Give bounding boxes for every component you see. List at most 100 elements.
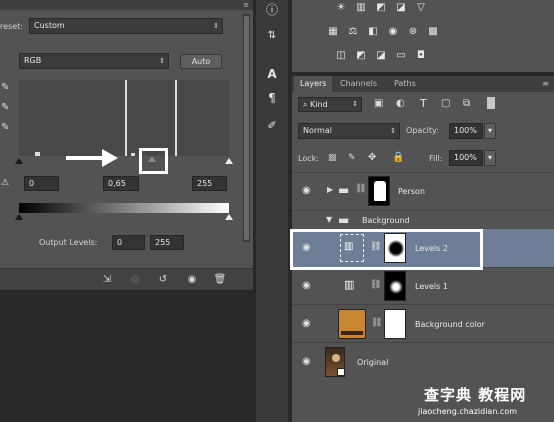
opacity-label: Opacity: [406,126,439,135]
gradient-map-icon[interactable]: ▭ [394,50,408,62]
folder-icon: ▬ [338,213,350,227]
trash-icon[interactable]: 🗑 [213,273,227,287]
vibrance-icon[interactable]: ▽ [414,2,428,14]
selective-color-icon[interactable]: ◘ [414,50,428,62]
collapse-arrow-icon[interactable]: ▼ [326,215,332,224]
opacity-field[interactable]: 100% [449,123,483,139]
site-watermark: 查字典 教程网 jiaocheng.chazidian.com [390,380,554,422]
levels-adjustment-icon: ▥ [344,278,355,291]
black-eyedropper-icon[interactable]: ✎ [1,82,9,93]
reset-icon[interactable]: ↺ [156,273,170,287]
hue-saturation-icon[interactable]: ▦ [326,26,340,38]
histogram-bar [131,153,135,156]
history-icon[interactable]: ⇅ [262,26,282,46]
filter-pixel-icon[interactable]: ▣ [374,98,383,109]
layer-name: Person [398,187,425,196]
threshold-icon[interactable]: ◪ [374,50,388,62]
layer-name: Background [362,216,410,225]
black-white-icon[interactable]: ◧ [366,26,380,38]
watermark-title: 查字典 教程网 [424,386,527,404]
invert-icon[interactable]: ◫ [334,50,348,62]
histogram-spike [175,80,177,156]
white-eyedropper-icon[interactable]: ✎ [1,122,9,133]
channel-value: RGB [24,56,42,65]
visibility-eye-icon[interactable]: ◉ [302,185,311,196]
output-gradient [19,203,229,213]
layer-row-original[interactable]: ◉ Original [292,342,554,382]
properties-panel: ≡ reset: Custom ⇕ RGB ⇕ Auto ✎ ✎ ✎ ⚠ 0 0… [0,0,253,290]
gray-eyedropper-icon[interactable]: ✎ [1,102,9,113]
levels-adjust-icon[interactable]: ▥ [354,2,368,14]
output-white-field[interactable]: 255 [150,235,184,250]
input-white-field[interactable]: 255 [192,176,227,191]
input-white-slider[interactable] [225,158,233,164]
visibility-eye-icon[interactable]: ◉ [302,356,311,367]
tab-layers[interactable]: Layers [294,76,333,92]
chevron-updown-icon: ⇕ [213,22,219,30]
output-black-slider[interactable] [15,214,23,220]
character-icon[interactable]: A [262,64,282,84]
layer-row-background-group[interactable]: ▼ ▬ Background [292,210,554,229]
color-lookup-icon[interactable]: ▩ [426,26,440,38]
expand-arrow-icon[interactable]: ▶ [327,185,333,194]
filter-shape-icon[interactable]: ▢ [441,98,450,109]
output-black-field[interactable]: 0 [112,235,145,250]
link-icon[interactable]: ⛓ [371,318,382,328]
posterize-icon[interactable]: ◩ [354,50,368,62]
filter-smart-object-icon[interactable]: ⧉ [463,98,470,109]
tab-paths[interactable]: Paths [388,76,422,92]
histogram-bar [35,152,40,156]
color-balance-icon[interactable]: ⚖ [346,26,360,38]
output-white-slider[interactable] [225,214,233,220]
search-icon: ⌕ [303,100,308,109]
annotation-frame-gamma [139,148,168,174]
lock-position-icon[interactable]: ✥ [368,152,376,163]
filter-toggle[interactable] [487,97,495,109]
link-icon[interactable]: ⛓ [355,184,366,194]
histogram [19,80,229,156]
curves-icon[interactable]: ◩ [374,2,388,14]
input-black-field[interactable]: 0 [24,176,59,191]
blend-mode-select[interactable]: Normal ⇕ [298,123,400,139]
visibility-eye-icon[interactable]: ◉ [185,273,199,287]
brush-presets-icon[interactable]: ✐ [262,116,282,136]
lock-transparency-icon[interactable]: ▩ [328,153,337,163]
clipping-warning-icon: ⚠ [1,178,10,188]
brightness-icon[interactable]: ☀ [334,2,348,14]
lock-all-icon[interactable]: 🔒 [392,152,404,163]
layer-mask-thumbnail [384,271,406,301]
properties-scrollbar[interactable] [243,14,250,242]
layer-row-background-color[interactable]: ◉ ⛓ Background color [292,304,554,342]
fill-field[interactable]: 100% [449,150,483,166]
layer-name: Background color [415,320,485,329]
visibility-eye-icon[interactable]: ◉ [302,318,311,329]
filter-kind-select[interactable]: ⌕ Kind ⇕ [298,97,362,112]
input-gamma-field[interactable]: 0,65 [103,176,139,191]
channel-mixer-icon[interactable]: ⊛ [406,26,420,38]
channel-select[interactable]: RGB ⇕ [19,53,169,69]
tab-channels[interactable]: Channels [334,76,383,92]
layer-row-person[interactable]: ◉ ▶ ▬ ⛓ Person [292,172,554,210]
panel-menu-icon[interactable]: ≡ [243,1,249,9]
panel-menu-icon[interactable]: ≡ [542,79,549,88]
filter-type-icon[interactable]: T [420,97,427,110]
exposure-icon[interactable]: ◪ [394,2,408,14]
blend-mode-value: Normal [303,126,332,135]
lock-pixels-icon[interactable]: ✎ [348,153,356,163]
annotation-frame-levels-2 [290,229,483,270]
auto-button[interactable]: Auto [180,54,222,69]
clip-to-layer-icon[interactable]: ⇲ [100,273,114,287]
layer-name: Original [357,358,389,367]
view-previous-icon[interactable]: ◎ [128,273,142,287]
preset-select[interactable]: Custom ⇕ [29,18,223,34]
fill-dropdown[interactable]: ▾ [484,150,496,166]
info-icon[interactable]: ⓘ [262,0,282,20]
link-icon[interactable]: ⛓ [370,280,381,290]
input-black-slider[interactable] [15,158,23,164]
layer-row-levels-1[interactable]: ◉ ▥ ⛓ Levels 1 [292,267,554,304]
visibility-eye-icon[interactable]: ◉ [302,280,311,291]
photo-filter-icon[interactable]: ◉ [386,26,400,38]
paragraph-icon[interactable]: ¶ [262,88,282,108]
opacity-dropdown[interactable]: ▾ [484,123,496,139]
filter-adjustment-icon[interactable]: ◐ [396,98,405,109]
